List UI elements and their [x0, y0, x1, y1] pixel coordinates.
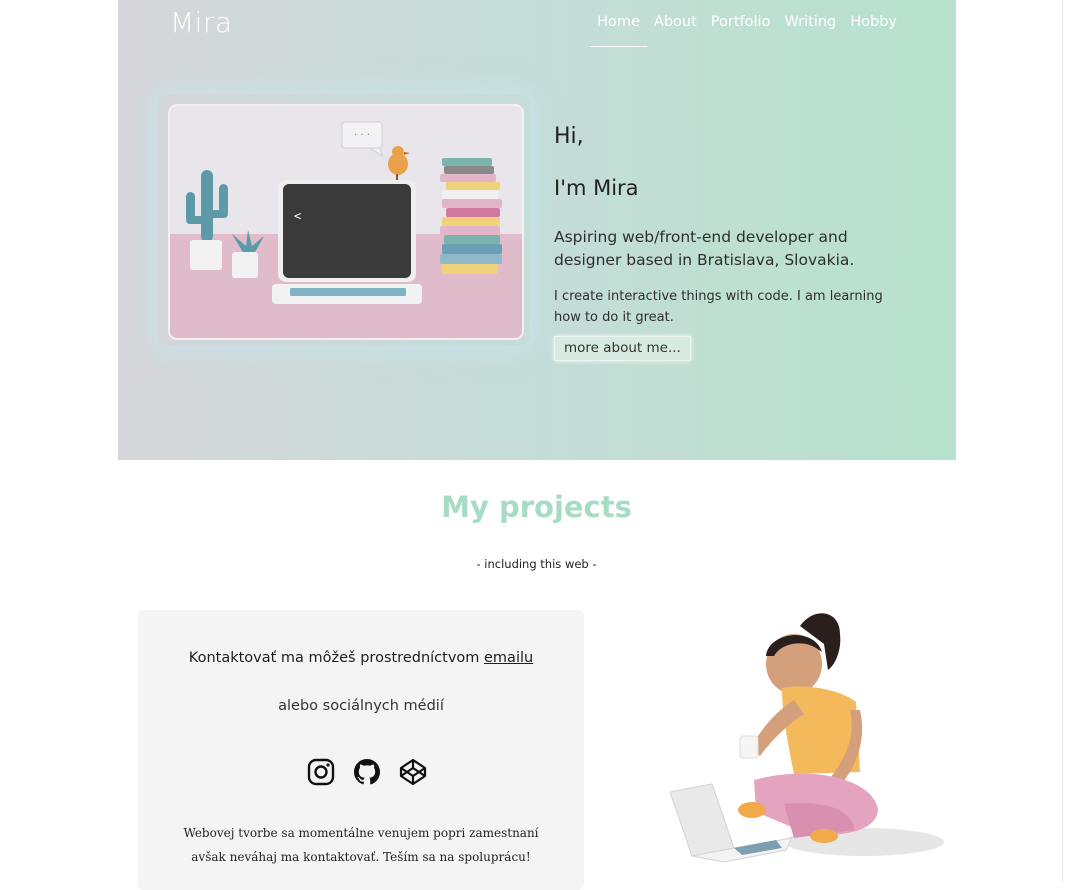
laptop-icon: < [272, 180, 422, 304]
instagram-icon[interactable] [306, 757, 336, 787]
nav-home[interactable]: Home [590, 14, 647, 47]
nav-portfolio[interactable]: Portfolio [704, 14, 778, 47]
hero-description: I create interactive things with code. I… [554, 289, 883, 325]
contact-note: Webovej tvorbe sa momentálne venujem pop… [183, 826, 539, 864]
nav-writing[interactable]: Writing [777, 14, 843, 47]
page-right-edge [1062, 0, 1073, 882]
hero-section: Mira Home About Portfolio Writing Hobby … [118, 0, 956, 460]
laptop-prompt: < [294, 209, 301, 223]
hero-tagline: Aspiring web/front-end developer and des… [554, 228, 855, 269]
main-nav: Home About Portfolio Writing Hobby [590, 14, 904, 47]
nav-about[interactable]: About [647, 14, 704, 47]
girl-with-laptop-illustration [664, 604, 954, 882]
contact-card: Kontaktovať ma môžeš prostredníctvom ema… [138, 610, 584, 890]
nav-hobby[interactable]: Hobby [843, 14, 904, 47]
brand-logo[interactable]: Mira [170, 6, 233, 39]
social-icons [306, 757, 428, 787]
more-about-me-button[interactable]: more about me... [554, 336, 691, 361]
github-icon[interactable] [352, 757, 382, 787]
books-icon [440, 158, 502, 274]
projects-subtitle: - including this web - [476, 557, 597, 571]
codepen-icon[interactable] [398, 757, 428, 787]
contact-line: Kontaktovať ma môžeš prostredníctvom ema… [138, 650, 584, 666]
speech-dots: · · · [354, 130, 370, 141]
hero-illustration: · · · < [168, 104, 524, 340]
hero-greeting: Hi, [554, 124, 584, 149]
email-link[interactable]: emailu [484, 650, 533, 666]
social-line: alebo sociálnych médií [278, 698, 444, 714]
projects-title: My projects [441, 490, 632, 524]
hero-intro: I'm Mira [554, 176, 639, 200]
contact-line-text: Kontaktovať ma môžeš prostredníctvom [188, 650, 485, 666]
